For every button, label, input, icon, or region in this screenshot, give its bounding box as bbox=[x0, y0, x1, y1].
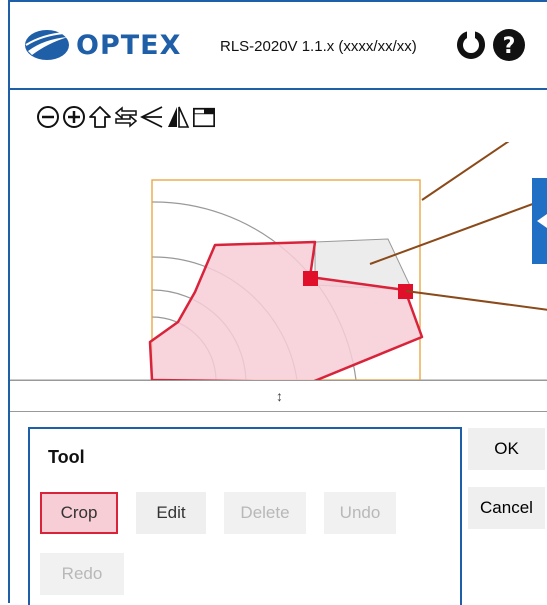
mirror-button[interactable] bbox=[166, 102, 190, 132]
cancel-button[interactable]: Cancel bbox=[468, 487, 545, 529]
undo-button[interactable]: Undo bbox=[324, 492, 396, 534]
crop-handle-1[interactable] bbox=[303, 271, 318, 286]
zoom-in-icon bbox=[63, 106, 85, 128]
fan-icon bbox=[140, 106, 163, 128]
swap-icon bbox=[114, 106, 138, 128]
view-toolbar bbox=[36, 102, 216, 138]
tool-panel: Tool Crop Edit Delete Undo Redo bbox=[28, 427, 462, 605]
mirror-icon bbox=[168, 106, 190, 128]
zoom-out-button[interactable] bbox=[36, 102, 60, 132]
redo-button[interactable]: Redo bbox=[40, 553, 124, 595]
version-label: RLS-2020V 1.1.x (xxxx/xx/xx) bbox=[220, 38, 417, 55]
svg-text:?: ? bbox=[503, 34, 516, 59]
callout-line-3 bbox=[405, 290, 547, 311]
side-panel-toggle[interactable] bbox=[532, 178, 547, 264]
window-icon bbox=[193, 107, 215, 128]
home-button[interactable] bbox=[88, 102, 112, 132]
crop-button[interactable]: Crop bbox=[40, 492, 118, 534]
chevron-left-icon bbox=[537, 214, 547, 228]
logo-swoosh-icon bbox=[25, 30, 69, 60]
home-icon bbox=[89, 106, 111, 128]
ok-button[interactable]: OK bbox=[468, 428, 545, 470]
zoom-in-button[interactable] bbox=[62, 102, 86, 132]
header-bar: OPTEX RLS-2020V 1.1.x (xxxx/xx/xx) ? bbox=[10, 2, 547, 90]
brand-name: OPTEX bbox=[76, 29, 182, 61]
window-button[interactable] bbox=[192, 102, 216, 132]
detection-area-canvas[interactable] bbox=[10, 142, 547, 382]
brand-logo: OPTEX bbox=[24, 28, 181, 62]
tool-panel-title: Tool bbox=[48, 447, 85, 467]
resize-splitter[interactable]: ↕ bbox=[10, 380, 547, 412]
callout-line-2 bbox=[369, 197, 547, 265]
swap-button[interactable] bbox=[114, 102, 138, 132]
delete-button[interactable]: Delete bbox=[224, 492, 306, 534]
app-window: OPTEX RLS-2020V 1.1.x (xxxx/xx/xx) ? ↕ T… bbox=[8, 0, 547, 605]
resize-vertical-icon: ↕ bbox=[276, 388, 283, 404]
callout-line-1 bbox=[421, 142, 510, 201]
help-icon[interactable]: ? bbox=[492, 28, 526, 62]
edit-button[interactable]: Edit bbox=[136, 492, 206, 534]
rotate-icon[interactable] bbox=[454, 28, 488, 62]
zoom-out-icon bbox=[37, 106, 59, 128]
fan-button[interactable] bbox=[140, 102, 164, 132]
